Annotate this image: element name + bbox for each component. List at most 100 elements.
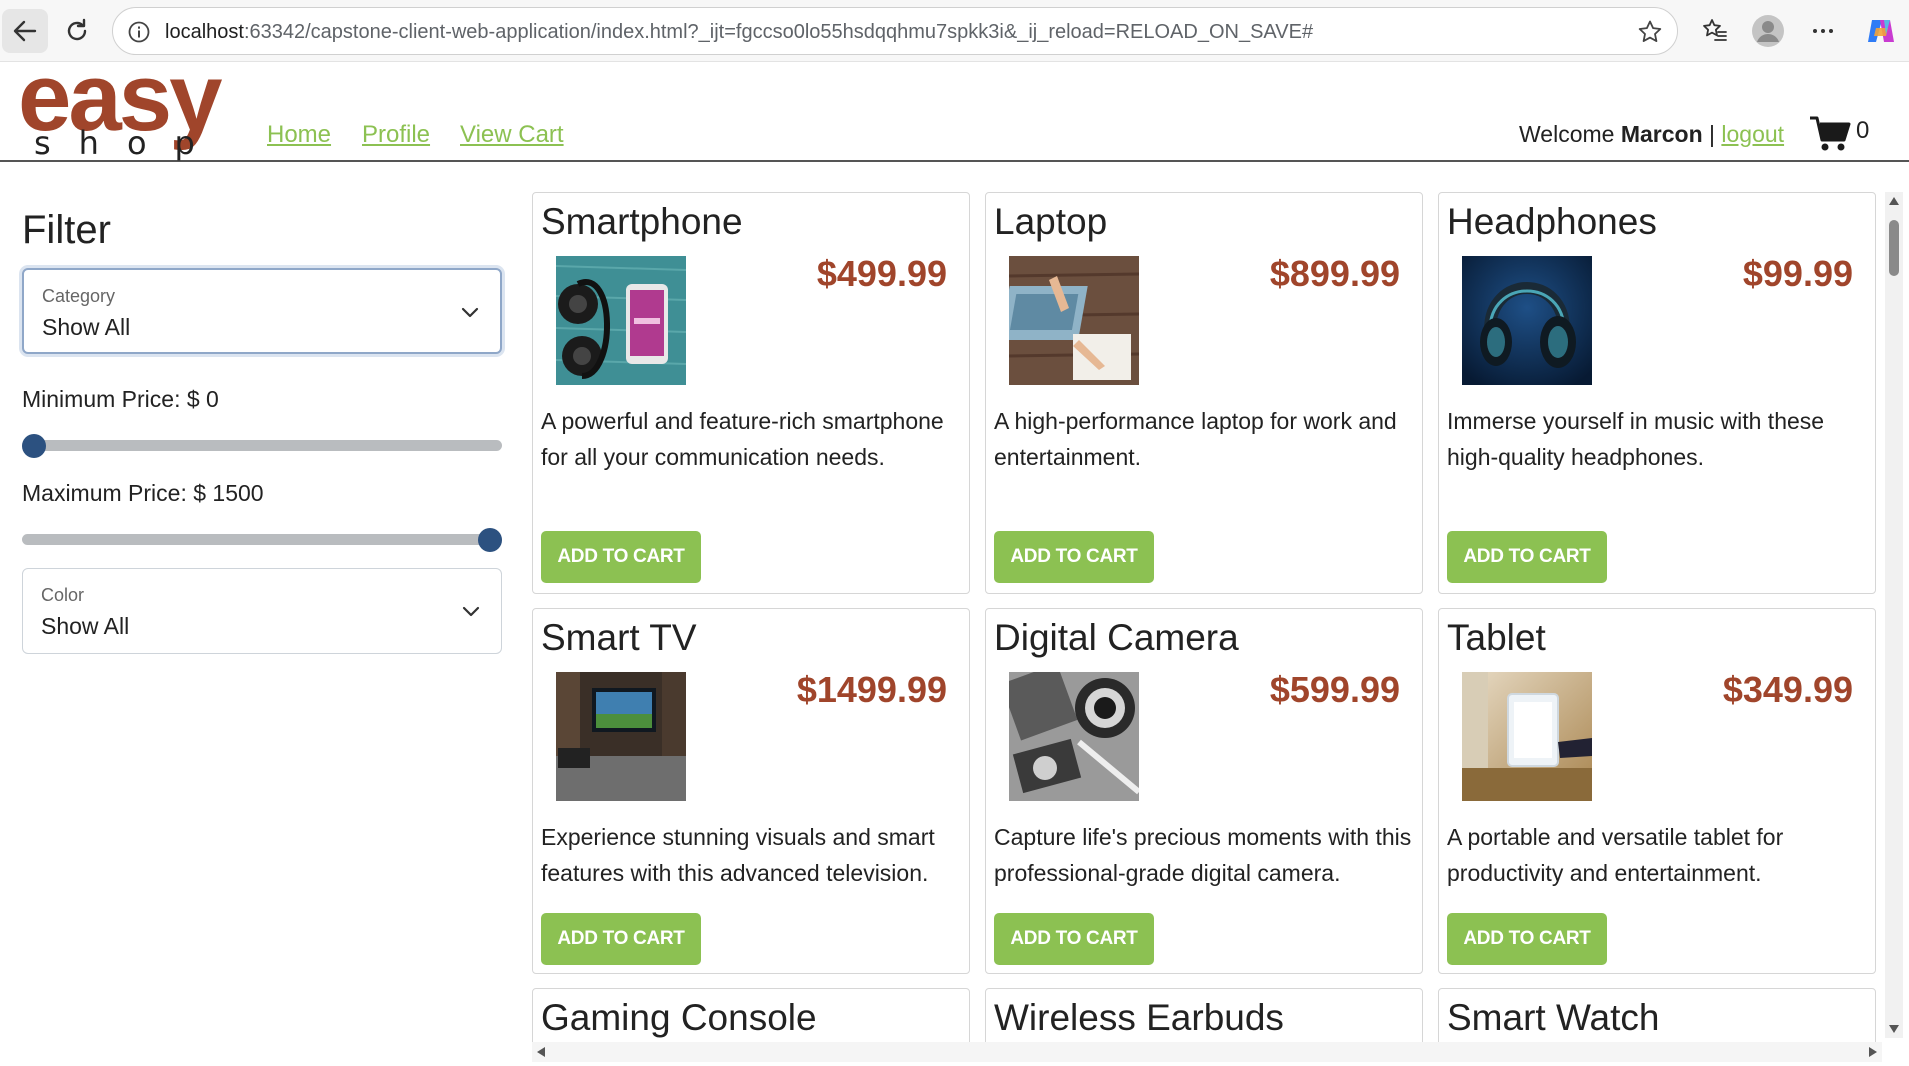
product-name: Smart TV	[541, 617, 697, 658]
product-image[interactable]	[556, 672, 686, 801]
color-select[interactable]: Color Show All	[22, 568, 502, 654]
copilot-icon	[1868, 20, 1894, 42]
product-description: A high-performance laptop for work and e…	[994, 408, 1397, 470]
product-list: Smartphone $499.99 A powerful and featur…	[532, 192, 1878, 1042]
product-card: Smartphone $499.99 A powerful and featur…	[532, 192, 970, 594]
product-card: Smart TV $1499.99 Experience stunning vi…	[532, 608, 970, 974]
product-price: $1499.99	[796, 669, 947, 710]
product-description: Experience stunning visuals and smart fe…	[541, 824, 935, 886]
filter-title: Filter	[22, 208, 111, 252]
product-card: Smart Watch	[1438, 988, 1876, 1042]
product-description: Capture life's precious moments with thi…	[994, 824, 1412, 886]
scroll-left-arrow-icon[interactable]	[536, 1046, 546, 1058]
scroll-right-arrow-icon[interactable]	[1868, 1046, 1878, 1058]
product-card: Headphones $99.99 Immerse yourself in mu…	[1438, 192, 1876, 594]
product-name: Smart Watch	[1447, 997, 1660, 1038]
add-to-cart-button[interactable]: ADD TO CART	[541, 531, 701, 583]
add-to-cart-button[interactable]: ADD TO CART	[1447, 531, 1607, 583]
add-to-cart-button[interactable]: ADD TO CART	[994, 531, 1154, 583]
maximum-price-slider[interactable]	[22, 528, 502, 552]
url-host: localhost	[165, 21, 244, 43]
minimum-price-label: Minimum Price: $ 0	[22, 386, 219, 412]
category-label: Category	[42, 286, 116, 306]
product-name: Digital Camera	[994, 617, 1239, 658]
shopping-cart-icon[interactable]	[1808, 114, 1852, 154]
nav-home-link[interactable]: Home	[267, 121, 331, 149]
chevron-down-icon	[461, 307, 479, 318]
welcome-message: Welcome Marcon | logout	[1519, 121, 1784, 148]
browser-toolbar: localhost:63342/capstone-client-web-appl…	[0, 0, 1909, 62]
nav-view-cart-link[interactable]: View Cart	[460, 121, 564, 149]
product-name: Gaming Console	[541, 997, 817, 1038]
add-to-cart-button[interactable]: ADD TO CART	[994, 913, 1154, 965]
product-name: Smartphone	[541, 201, 743, 242]
welcome-prefix: Welcome	[1519, 121, 1615, 147]
product-name: Laptop	[994, 201, 1108, 242]
digital-camera-photo	[1009, 672, 1139, 801]
address-bar[interactable]: localhost:63342/capstone-client-web-appl…	[112, 7, 1678, 55]
tablet-photo	[1462, 672, 1592, 801]
avatar-icon	[1752, 15, 1784, 47]
favorites-list-icon	[1703, 19, 1727, 41]
vertical-scrollbar-thumb[interactable]	[1889, 220, 1899, 276]
logo-shop-text: shop	[34, 124, 223, 162]
product-description: A powerful and feature-rich smartphone f…	[541, 408, 944, 470]
product-price: $349.99	[1722, 669, 1853, 710]
welcome-separator: |	[1709, 121, 1715, 147]
logout-link[interactable]: logout	[1721, 121, 1784, 147]
add-to-cart-button[interactable]: ADD TO CART	[541, 913, 701, 965]
favorites-button[interactable]	[1696, 12, 1734, 50]
product-name: Headphones	[1447, 201, 1657, 242]
product-price: $599.99	[1269, 669, 1400, 710]
profile-button[interactable]	[1749, 12, 1787, 50]
site-logo[interactable]: easy shop	[18, 50, 248, 163]
nav-profile-link[interactable]: Profile	[362, 121, 430, 149]
favorite-star-icon[interactable]	[1637, 19, 1663, 45]
category-value: Show All	[42, 314, 131, 340]
laptop-photo	[1009, 256, 1139, 385]
product-description: A portable and versatile tablet for prod…	[1447, 824, 1784, 886]
user-name: Marcon	[1620, 121, 1703, 147]
minimum-price-slider-thumb[interactable]	[22, 434, 46, 458]
cart-count-badge: 0	[1856, 117, 1870, 144]
smartphone-photo	[556, 256, 686, 385]
product-card: Wireless Earbuds	[985, 988, 1423, 1042]
product-price: $899.99	[1269, 253, 1400, 294]
product-card: Laptop $899.99 A high-performance laptop…	[985, 192, 1423, 594]
horizontal-scrollbar[interactable]	[532, 1042, 1882, 1062]
headphones-photo	[1462, 256, 1592, 385]
product-image[interactable]	[1462, 672, 1592, 801]
maximum-price-label: Maximum Price: $ 1500	[22, 480, 264, 506]
reload-icon	[67, 18, 87, 41]
product-card: Gaming Console	[532, 988, 970, 1042]
minimum-price-slider[interactable]	[22, 434, 502, 458]
scroll-up-arrow-icon[interactable]	[1888, 196, 1900, 206]
product-description: Immerse yourself in music with these hig…	[1447, 408, 1825, 470]
product-name: Tablet	[1447, 617, 1546, 658]
product-price: $99.99	[1742, 253, 1853, 294]
more-menu-button[interactable]	[1804, 12, 1842, 50]
product-image[interactable]	[1009, 672, 1139, 801]
info-icon[interactable]	[127, 20, 151, 44]
copilot-button[interactable]	[1862, 12, 1900, 50]
product-card: Digital Camera $599.99 Capture life's pr…	[985, 608, 1423, 974]
back-arrow-icon	[13, 20, 37, 42]
product-image[interactable]	[1462, 256, 1592, 385]
url-text[interactable]: localhost:63342/capstone-client-web-appl…	[165, 21, 1313, 44]
vertical-scrollbar[interactable]	[1885, 192, 1903, 1038]
color-value: Show All	[41, 613, 130, 639]
category-select[interactable]: Category Show All	[22, 268, 502, 354]
url-path: :63342/capstone-client-web-application/i…	[243, 21, 1314, 43]
color-label: Color	[41, 585, 85, 605]
product-card: Tablet $349.99 A portable and versatile …	[1438, 608, 1876, 974]
maximum-price-slider-thumb[interactable]	[478, 528, 502, 552]
product-price: $499.99	[816, 253, 947, 294]
scroll-down-arrow-icon[interactable]	[1888, 1024, 1900, 1034]
smart-tv-photo	[556, 672, 686, 801]
add-to-cart-button[interactable]: ADD TO CART	[1447, 913, 1607, 965]
more-dots-icon	[1813, 29, 1833, 33]
product-image[interactable]	[556, 256, 686, 385]
chevron-down-icon	[462, 606, 480, 617]
product-name: Wireless Earbuds	[994, 997, 1284, 1038]
product-image[interactable]	[1009, 256, 1139, 385]
